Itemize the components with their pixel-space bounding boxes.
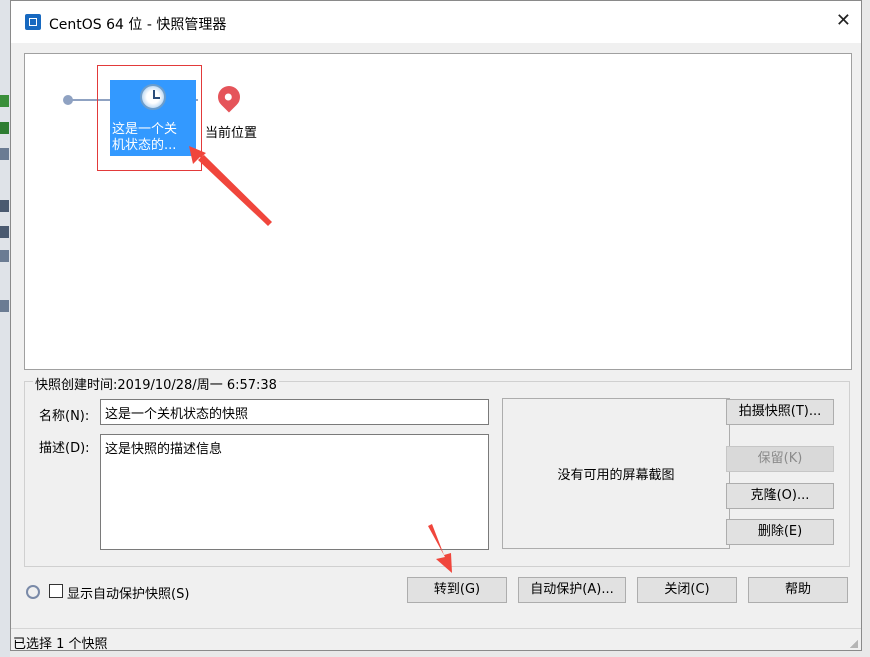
current-location-label[interactable]: 当前位置: [205, 122, 257, 141]
current-location-pin-icon[interactable]: [213, 81, 245, 113]
background-app-icon: [0, 226, 9, 238]
background-app-icon: [0, 148, 9, 160]
no-screenshot-text: 没有可用的屏幕截图: [557, 468, 675, 483]
close-icon[interactable]: ✕: [836, 10, 851, 31]
status-text: 已选择 1 个快照: [13, 637, 108, 652]
clone-button[interactable]: 克隆(O)...: [726, 483, 834, 509]
background-app-icon: [0, 200, 9, 212]
autoprotect-button[interactable]: 自动保护(A)...: [518, 577, 626, 603]
snapshot-created-time: 快照创建时间:2019/10/28/周一 6:57:38: [33, 374, 279, 393]
show-autoprotect-checkbox[interactable]: [49, 584, 63, 598]
window-title: CentOS 64 位 - 快照管理器: [49, 17, 227, 33]
delete-button[interactable]: 删除(E): [726, 519, 834, 545]
keep-button[interactable]: 保留(K): [726, 446, 834, 472]
background-app-icon: [0, 122, 9, 134]
resize-grip-icon[interactable]: [850, 640, 858, 648]
name-label: 名称(N):: [39, 409, 90, 424]
status-bar: 已选择 1 个快照: [11, 628, 861, 652]
snapshot-manager-window: CentOS 64 位 - 快照管理器 ✕ 这是一个关 机状态的... 当前位置…: [10, 0, 862, 652]
goto-button[interactable]: 转到(G): [407, 577, 507, 603]
snapshot-description-field[interactable]: 这是快照的描述信息: [100, 434, 489, 550]
background-app-icon: [0, 300, 9, 312]
vmware-app-icon: [25, 14, 41, 30]
take-snapshot-button[interactable]: 拍摄快照(T)...: [726, 399, 834, 425]
title-bar: CentOS 64 位 - 快照管理器 ✕: [11, 1, 861, 43]
close-button[interactable]: 关闭(C): [637, 577, 737, 603]
show-autoprotect-label[interactable]: 显示自动保护快照(S): [67, 583, 189, 602]
help-button[interactable]: 帮助: [748, 577, 848, 603]
auto-protect-icon: [26, 585, 40, 599]
snapshot-tree-panel[interactable]: 这是一个关 机状态的... 当前位置: [24, 53, 852, 370]
snapshot-name-field[interactable]: 这是一个关机状态的快照: [100, 399, 489, 425]
background-app-icon: [0, 250, 9, 262]
description-label: 描述(D):: [39, 441, 90, 456]
background-app-icon: [0, 95, 9, 107]
annotation-highlight-box: [97, 65, 202, 171]
